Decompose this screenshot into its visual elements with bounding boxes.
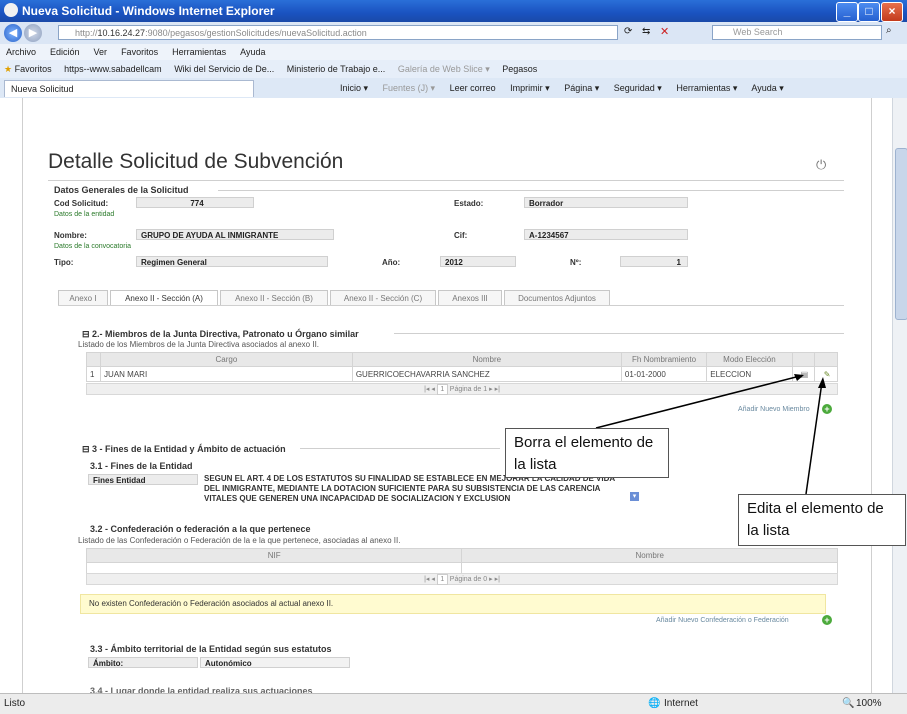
internet-zone-icon: 🌐 xyxy=(648,698,661,709)
arrow-borra-head xyxy=(794,374,804,381)
arrow-edita-head xyxy=(818,377,826,388)
internet-zone-label: Internet xyxy=(664,698,698,709)
arrow-edita xyxy=(805,381,823,495)
zoom-level[interactable]: 100% xyxy=(856,694,882,714)
status-bar: Listo 🌐 Internet 🔍 100% xyxy=(0,693,907,714)
arrow-borra xyxy=(595,375,801,429)
annotation-arrows xyxy=(595,374,826,495)
status-text: Listo xyxy=(4,698,26,709)
callout-edita: Edita el elemento de la lista xyxy=(738,494,906,546)
callout-borra: Borra el elemento de la lista xyxy=(505,428,669,478)
zoom-icon[interactable]: 🔍 xyxy=(842,694,854,714)
